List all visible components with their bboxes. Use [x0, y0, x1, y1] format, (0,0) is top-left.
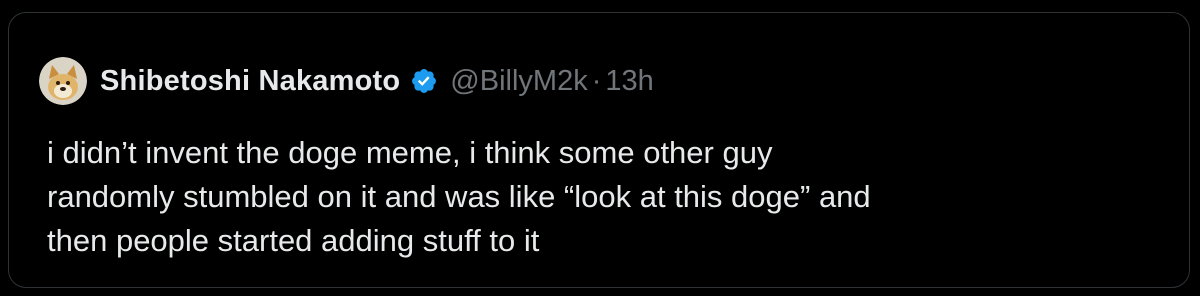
tweet-text-line: then people started adding stuff to it [47, 223, 540, 258]
author-name[interactable]: Shibetoshi Nakamoto [100, 65, 400, 98]
verified-badge-icon [410, 67, 438, 95]
screenshot-frame: Shibetoshi Nakamoto @BillyM2k · 13h i di… [0, 0, 1200, 296]
doge-avatar[interactable] [39, 57, 87, 105]
tweet-card[interactable]: Shibetoshi Nakamoto @BillyM2k · 13h i di… [8, 12, 1190, 288]
tweet-header: Shibetoshi Nakamoto @BillyM2k · 13h [39, 57, 654, 105]
tweet-text-line: i didn’t invent the doge meme, i think s… [47, 135, 773, 170]
separator-dot: · [591, 64, 602, 97]
author-handle[interactable]: @BillyM2k [450, 65, 587, 98]
tweet-text: i didn’t invent the doge meme, i think s… [47, 131, 1167, 263]
timestamp[interactable]: 13h [605, 65, 653, 98]
tweet-text-line: randomly stumbled on it and was like “lo… [47, 179, 871, 214]
